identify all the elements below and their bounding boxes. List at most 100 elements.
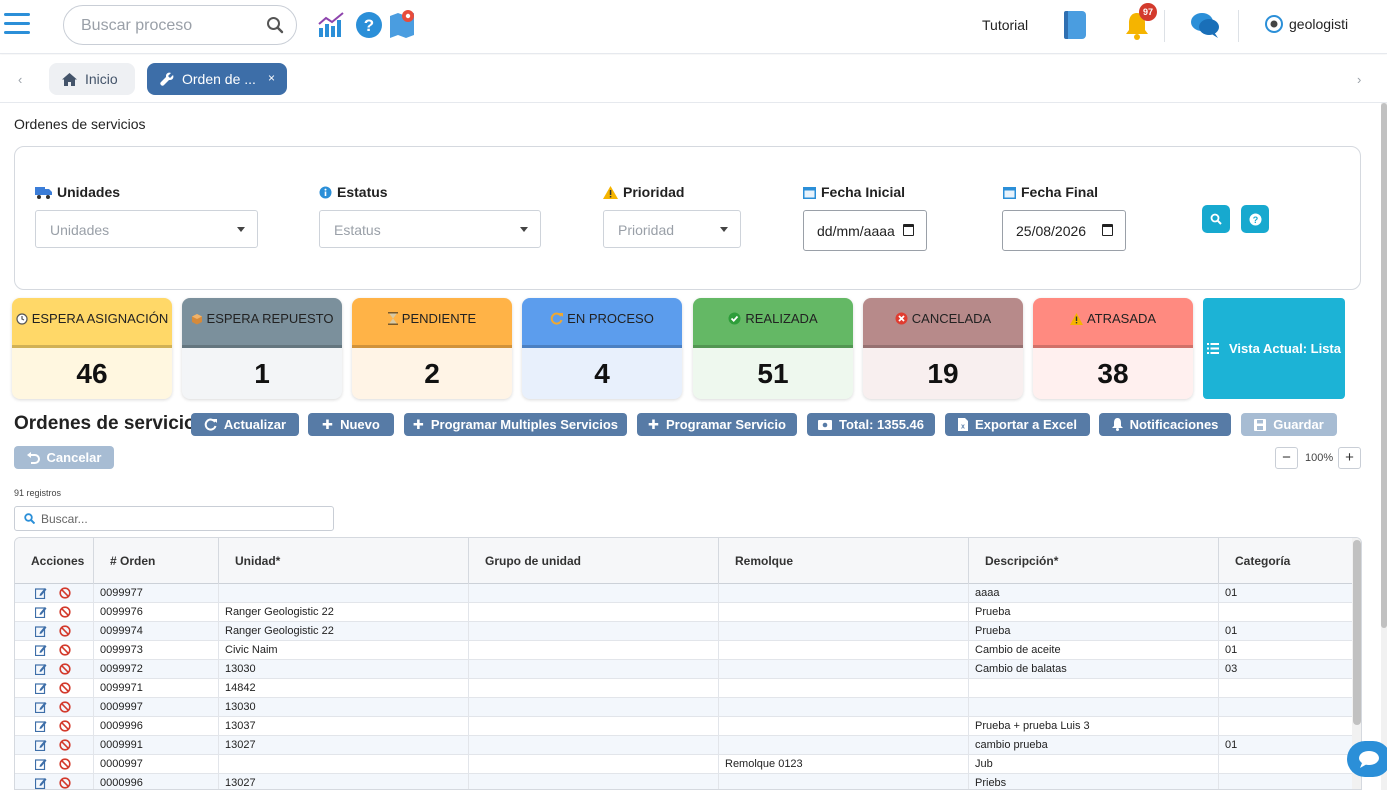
page-scroll-thumb[interactable] <box>1381 103 1387 628</box>
map-icon[interactable] <box>388 8 418 38</box>
cell-descripcion[interactable] <box>969 698 1219 717</box>
table-row[interactable]: 0099974 Ranger Geologistic 22 Prueba 01 <box>15 622 1353 641</box>
edit-icon[interactable] <box>35 663 47 675</box>
table-row[interactable]: 0099977 aaaa 01 <box>15 584 1353 603</box>
cell-categoria[interactable]: 01 <box>1219 584 1353 603</box>
cell-unidad[interactable]: 14842 <box>219 679 469 698</box>
tabs-right-arrow-icon[interactable]: › <box>1357 72 1361 87</box>
cell-orden[interactable]: 0000996 <box>94 774 219 789</box>
cell-categoria[interactable]: 01 <box>1219 641 1353 660</box>
status-card-espera-repuesto[interactable]: ESPERA REPUESTO 1 <box>182 298 342 399</box>
cancel-order-icon[interactable] <box>59 758 71 770</box>
cell-unidad[interactable]: 13027 <box>219 736 469 755</box>
cell-categoria[interactable]: 01 <box>1219 622 1353 641</box>
cell-remolque[interactable] <box>719 641 969 660</box>
cell-unidad[interactable]: Ranger Geologistic 22 <box>219 603 469 622</box>
process-search-input[interactable]: Buscar proceso <box>63 5 297 45</box>
cell-categoria[interactable] <box>1219 698 1353 717</box>
cell-grupo[interactable] <box>469 698 719 717</box>
tab-orden[interactable]: Orden de ... × <box>147 63 287 95</box>
cell-orden[interactable]: 0009997 <box>94 698 219 717</box>
total-button[interactable]: Total: 1355.46 <box>807 413 935 436</box>
cell-remolque[interactable] <box>719 584 969 603</box>
edit-icon[interactable] <box>35 625 47 637</box>
search-button[interactable] <box>1202 205 1230 233</box>
cell-grupo[interactable] <box>469 660 719 679</box>
status-card-pendiente[interactable]: PENDIENTE 2 <box>352 298 512 399</box>
tab-inicio[interactable]: Inicio <box>49 63 135 95</box>
menu-icon[interactable] <box>4 13 30 35</box>
cell-grupo[interactable] <box>469 717 719 736</box>
chart-icon[interactable] <box>316 10 346 40</box>
edit-icon[interactable] <box>35 777 47 789</box>
chat-icon[interactable] <box>1190 11 1220 39</box>
help-icon[interactable]: ? <box>354 10 384 40</box>
cell-grupo[interactable] <box>469 622 719 641</box>
cell-grupo[interactable] <box>469 641 719 660</box>
cell-remolque[interactable] <box>719 774 969 789</box>
column-header[interactable]: Unidad* <box>219 538 469 584</box>
cell-unidad[interactable]: 13037 <box>219 717 469 736</box>
cell-unidad[interactable]: 13027 <box>219 774 469 789</box>
cell-unidad[interactable]: Civic Naim <box>219 641 469 660</box>
grid-search-input[interactable]: Buscar... <box>14 506 334 531</box>
cell-unidad[interactable]: 13030 <box>219 698 469 717</box>
cell-categoria[interactable] <box>1219 774 1353 789</box>
status-card-atrasada[interactable]: ATRASADA 38 <box>1033 298 1193 399</box>
table-row[interactable]: 0099976 Ranger Geologistic 22 Prueba <box>15 603 1353 622</box>
cell-descripcion[interactable]: aaaa <box>969 584 1219 603</box>
cell-orden[interactable]: 0009991 <box>94 736 219 755</box>
cell-orden[interactable]: 0099972 <box>94 660 219 679</box>
cell-unidad[interactable]: Ranger Geologistic 22 <box>219 622 469 641</box>
fecha-final-input[interactable]: 25/08/2026 <box>1002 210 1126 251</box>
column-header[interactable]: Descripción* <box>969 538 1219 584</box>
programar-multiples-button[interactable]: ✚ Programar Multiples Servicios <box>404 413 627 436</box>
edit-icon[interactable] <box>35 682 47 694</box>
cancel-order-icon[interactable] <box>59 587 71 599</box>
unidades-select[interactable]: Unidades <box>35 210 258 248</box>
table-row[interactable]: 0009997 13030 <box>15 698 1353 717</box>
column-header[interactable]: # Orden <box>94 538 219 584</box>
edit-icon[interactable] <box>35 606 47 618</box>
cancel-order-icon[interactable] <box>59 720 71 732</box>
fecha-inicial-input[interactable]: dd/mm/aaaa <box>803 210 927 251</box>
zoom-out-button[interactable]: − <box>1275 447 1298 469</box>
table-row[interactable]: 0099973 Civic Naim Cambio de aceite 01 <box>15 641 1353 660</box>
table-row[interactable]: 0000997 Remolque 0123 Jub <box>15 755 1353 774</box>
cell-orden[interactable]: 0099977 <box>94 584 219 603</box>
cancel-order-icon[interactable] <box>59 663 71 675</box>
cell-descripcion[interactable]: Prueba + prueba Luis 3 <box>969 717 1219 736</box>
edit-icon[interactable] <box>35 739 47 751</box>
nuevo-button[interactable]: ✚ Nuevo <box>308 413 394 436</box>
edit-icon[interactable] <box>35 701 47 713</box>
tutorial-link[interactable]: Tutorial <box>982 17 1028 33</box>
cell-descripcion[interactable]: Prueba <box>969 622 1219 641</box>
zoom-in-button[interactable]: + <box>1338 447 1361 469</box>
cell-categoria[interactable] <box>1219 717 1353 736</box>
cell-grupo[interactable] <box>469 755 719 774</box>
tabs-left-arrow-icon[interactable]: ‹ <box>18 72 22 87</box>
cell-grupo[interactable] <box>469 736 719 755</box>
date-picker-icon[interactable] <box>903 224 914 236</box>
cell-orden[interactable]: 0000997 <box>94 755 219 774</box>
edit-icon[interactable] <box>35 587 47 599</box>
cell-remolque[interactable] <box>719 679 969 698</box>
cell-remolque[interactable] <box>719 660 969 679</box>
edit-icon[interactable] <box>35 758 47 770</box>
cancel-order-icon[interactable] <box>59 644 71 656</box>
cancelar-button[interactable]: Cancelar <box>14 446 114 469</box>
status-card-en-proceso[interactable]: EN PROCESO 4 <box>522 298 682 399</box>
cell-categoria[interactable]: 01 <box>1219 736 1353 755</box>
guardar-button[interactable]: Guardar <box>1241 413 1337 436</box>
status-card-cancelada[interactable]: CANCELADA 19 <box>863 298 1023 399</box>
vista-actual-button[interactable]: Vista Actual: Lista <box>1203 298 1345 399</box>
cell-grupo[interactable] <box>469 584 719 603</box>
cell-orden[interactable]: 0099973 <box>94 641 219 660</box>
cell-descripcion[interactable]: Priebs <box>969 774 1219 789</box>
cancel-order-icon[interactable] <box>59 739 71 751</box>
cell-descripcion[interactable] <box>969 679 1219 698</box>
edit-icon[interactable] <box>35 644 47 656</box>
column-header[interactable]: Grupo de unidad <box>469 538 719 584</box>
exportar-excel-button[interactable]: x Exportar a Excel <box>945 413 1090 436</box>
cell-categoria[interactable] <box>1219 755 1353 774</box>
